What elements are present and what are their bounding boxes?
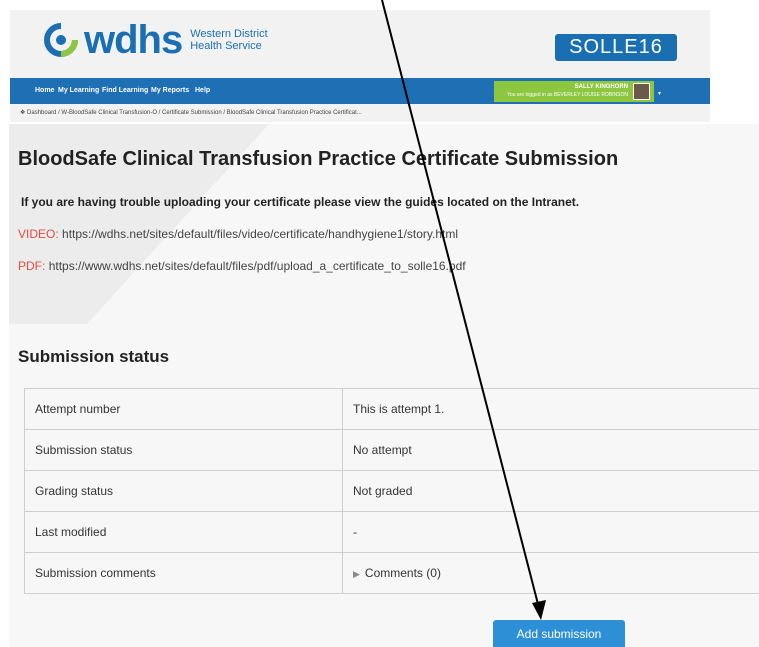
wdhs-logo-mark-icon xyxy=(44,23,78,57)
pdf-guide-line: PDF: https://www.wdhs.net/sites/default/… xyxy=(18,259,466,273)
row-value: This is attempt 1. xyxy=(342,388,759,430)
pdf-label: PDF: xyxy=(18,259,46,273)
upload-help-text: If you are having trouble uploading your… xyxy=(21,195,580,209)
table-row: Submission comments ▶ Comments (0) xyxy=(24,552,759,594)
submission-status-table: Attempt number This is attempt 1. Submis… xyxy=(24,388,759,594)
row-value: No attempt xyxy=(342,429,759,471)
video-label: VIDEO: xyxy=(18,227,59,241)
row-label: Grading status xyxy=(24,470,343,512)
pdf-guide-link[interactable]: https://www.wdhs.net/sites/default/files… xyxy=(49,259,466,273)
breadcrumb[interactable]: ❖ Dashboard / W-BloodSafe Clinical Trans… xyxy=(20,109,362,116)
row-label: Attempt number xyxy=(24,388,343,430)
expand-triangle-icon: ▶ xyxy=(353,569,360,579)
logo-sub-line1: Western District xyxy=(190,28,268,40)
add-submission-button[interactable]: Add submission xyxy=(493,620,625,647)
logged-in-as: You are logged in as BEVERLEY LOUISE ROB… xyxy=(507,92,628,98)
logo-subtitle: Western District Health Service xyxy=(190,28,267,52)
wdhs-logo[interactable]: wdhs Western District Health Service xyxy=(42,20,268,60)
nav-my-learning[interactable]: My Learning xyxy=(58,87,99,94)
user-menu[interactable]: SALLY KINGHORN You are logged in as BEVE… xyxy=(494,81,661,102)
table-row: Grading status Not graded xyxy=(24,470,759,512)
avatar xyxy=(633,83,650,100)
row-label: Submission comments xyxy=(24,552,343,594)
table-row: Submission status No attempt xyxy=(24,429,759,471)
solle-badge[interactable]: SOLLE16 xyxy=(555,34,677,61)
row-label: Last modified xyxy=(24,511,343,553)
nav-help[interactable]: Help xyxy=(195,87,210,94)
row-value: Not graded xyxy=(342,470,759,512)
video-guide-line: VIDEO: https://wdhs.net/sites/default/fi… xyxy=(18,227,458,241)
comments-link[interactable]: Comments (0) xyxy=(365,566,441,580)
table-row: Last modified - xyxy=(24,511,759,553)
comments-toggle[interactable]: ▶ Comments (0) xyxy=(342,552,759,594)
nav-home[interactable]: Home xyxy=(35,87,54,94)
table-row: Attempt number This is attempt 1. xyxy=(24,388,759,430)
row-value: - xyxy=(342,511,759,553)
logo-sub-line2: Health Service xyxy=(190,40,262,52)
site-header: wdhs Western District Health Service SOL… xyxy=(10,10,710,122)
page-title: BloodSafe Clinical Transfusion Practice … xyxy=(18,148,619,170)
main-content: BloodSafe Clinical Transfusion Practice … xyxy=(9,124,759,647)
main-nav: Home My Learning Find Learning My Report… xyxy=(10,78,710,104)
user-menu-caret-icon: ▾ xyxy=(657,91,661,97)
nav-my-reports[interactable]: My Reports xyxy=(151,87,189,94)
user-name: SALLY KINGHORN xyxy=(574,84,628,90)
nav-find-learning[interactable]: Find Learning xyxy=(102,87,148,94)
row-label: Submission status xyxy=(24,429,343,471)
video-guide-link[interactable]: https://wdhs.net/sites/default/files/vid… xyxy=(62,227,458,241)
submission-status-heading: Submission status xyxy=(18,347,170,366)
logo-wordmark: wdhs xyxy=(84,18,183,62)
